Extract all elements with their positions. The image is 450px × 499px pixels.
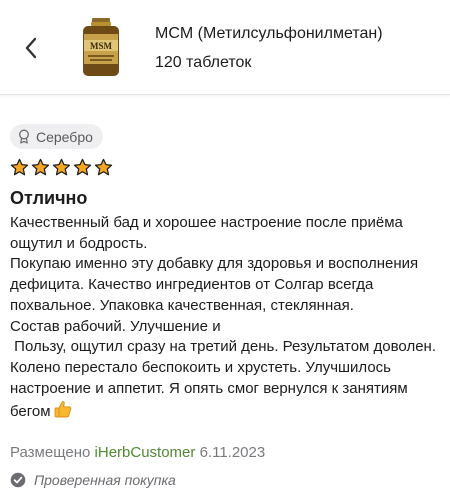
chevron-left-icon	[25, 37, 37, 59]
star-icon	[94, 158, 113, 176]
reviewer-rank-badge: Серебро	[10, 124, 103, 149]
verified-purchase: Проверенная покупка	[10, 472, 176, 488]
svg-text:MSM: MSM	[90, 41, 113, 51]
product-image[interactable]: MSM	[80, 18, 122, 76]
star-rating	[10, 158, 113, 177]
product-count: 120 таблеток	[155, 54, 252, 71]
posted-prefix: Размещено	[10, 444, 91, 461]
review-date: 6.11.2023	[199, 444, 266, 461]
review-title: Отлично	[10, 188, 88, 208]
star-icon	[73, 158, 92, 176]
product-name[interactable]: MCM (Метилсульфонилметан)	[155, 25, 383, 43]
review-body: Качественный бад и хорошее настроение по…	[10, 213, 442, 423]
star-icon	[31, 158, 50, 176]
thumbs-up-icon	[54, 401, 71, 418]
check-circle-icon	[10, 472, 26, 488]
review-author[interactable]: iHerbCustomer	[95, 444, 196, 461]
back-button[interactable]	[20, 34, 44, 62]
product-header: MSM MCM (Метилсульфонилметан) 120 таблет…	[0, 0, 450, 95]
star-icon	[10, 158, 29, 176]
badge-label: Серебро	[36, 128, 93, 145]
medal-icon	[19, 129, 29, 144]
verified-label: Проверенная покупка	[34, 472, 176, 488]
review-body-text: Качественный бад и хорошее настроение по…	[10, 214, 436, 421]
star-icon	[52, 158, 71, 176]
review-meta: Размещено iHerbCustomer 6.11.2023	[10, 444, 265, 461]
